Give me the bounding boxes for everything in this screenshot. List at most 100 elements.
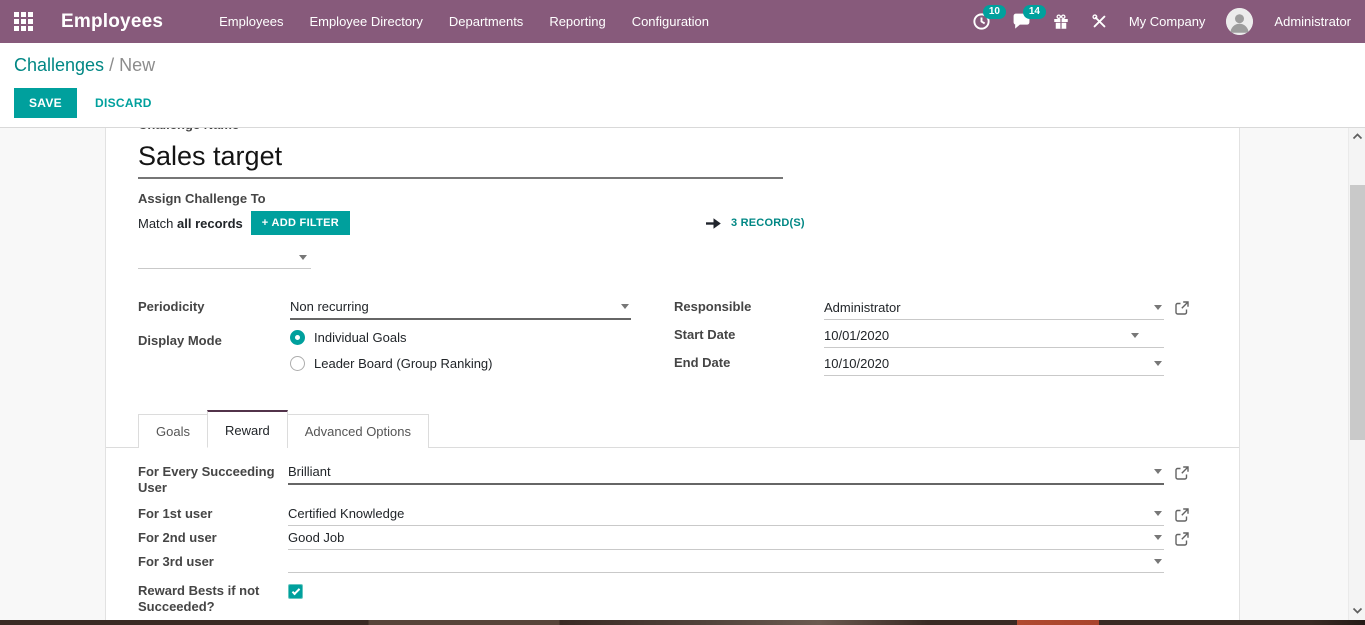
display-mode-label: Display Mode — [138, 330, 290, 349]
tab-goals[interactable]: Goals — [138, 414, 208, 448]
arrow-right-icon — [705, 217, 722, 230]
tab-advanced-options[interactable]: Advanced Options — [287, 414, 429, 448]
messages-button[interactable]: 14 — [1012, 12, 1031, 31]
caret-down-icon — [1154, 305, 1162, 310]
vertical-scrollbar[interactable] — [1348, 128, 1365, 620]
end-date-row: End Date 10/10/2020 — [674, 352, 1189, 380]
notebook-tabs: Goals Reward Advanced Options — [106, 413, 1239, 448]
scroll-up-icon[interactable] — [1352, 133, 1363, 140]
breadcrumb-new: New — [119, 55, 155, 75]
assign-users-select[interactable] — [138, 250, 311, 269]
scroll-down-icon[interactable] — [1352, 607, 1363, 614]
left-column: Periodicity Non recurring Display Mode I… — [138, 296, 631, 382]
responsible-open-record[interactable] — [1164, 296, 1189, 315]
form-field-group: Periodicity Non recurring Display Mode I… — [138, 296, 1189, 382]
external-link-icon — [1175, 466, 1189, 480]
for-every-succeeding-user-select[interactable]: Brilliant — [288, 461, 1164, 485]
assign-challenge-label: Assign Challenge To — [138, 191, 1189, 207]
caret-down-icon — [621, 304, 629, 309]
check-icon — [291, 586, 299, 594]
discard-button[interactable]: DISCARD — [91, 88, 156, 118]
breadcrumb: Challenges / New — [14, 55, 1351, 76]
responsible-select[interactable]: Administrator — [824, 296, 1164, 320]
menu-item-configuration[interactable]: Configuration — [632, 14, 709, 29]
right-column: Responsible Administrator — [674, 296, 1189, 382]
open-badge-record[interactable] — [1164, 461, 1189, 480]
reward-row-succeeding-user: For Every Succeeding User Brilliant — [138, 461, 1189, 496]
tools-icon[interactable] — [1091, 13, 1108, 30]
form-scroll-area[interactable]: Challenge Name Sales target Assign Chall… — [0, 128, 1365, 625]
control-panel: Challenges / New SAVE DISCARD — [0, 43, 1365, 128]
for-3rd-user-label: For 3rd user — [138, 551, 288, 570]
person-icon — [1226, 8, 1253, 35]
open-badge-record[interactable] — [1164, 527, 1189, 546]
reward-bests-label: Reward Bests if not Succeeded? — [138, 580, 288, 615]
scrollbar-thumb[interactable] — [1350, 185, 1365, 440]
open-badge-record[interactable] — [1164, 503, 1189, 522]
match-records-count: all records — [177, 216, 243, 231]
reward-bests-row: Reward Bests if not Succeeded? — [138, 580, 1189, 615]
user-avatar[interactable] — [1226, 8, 1253, 35]
user-menu[interactable]: Administrator — [1274, 14, 1351, 29]
records-count-link[interactable]: 3 RECORD(S) — [731, 217, 805, 229]
caret-down-icon — [1131, 333, 1139, 338]
save-button[interactable]: SAVE — [14, 88, 77, 118]
external-link-icon — [1175, 532, 1189, 546]
activities-badge: 10 — [983, 5, 1006, 19]
radio-leader-board[interactable]: Leader Board (Group Ranking) — [290, 356, 493, 371]
for-2nd-user-select[interactable]: Good Job — [288, 527, 1164, 550]
odoo-employees-window: Employees Employees Employee Directory D… — [0, 0, 1365, 625]
caret-down-icon — [1154, 559, 1162, 564]
for-every-succeeding-user-label: For Every Succeeding User — [138, 461, 288, 496]
form-sheet: Challenge Name Sales target Assign Chall… — [105, 128, 1240, 620]
add-filter-button[interactable]: + ADD FILTER — [251, 211, 350, 235]
radio-selected-icon — [290, 330, 305, 345]
display-mode-row: Display Mode Individual Goals Leader Boa… — [138, 330, 631, 382]
periodicity-row: Periodicity Non recurring — [138, 296, 631, 324]
menu-item-reporting[interactable]: Reporting — [549, 14, 605, 29]
app-title[interactable]: Employees — [61, 11, 163, 33]
navbar-systray: 10 14 My Company — [972, 8, 1351, 35]
messages-badge: 14 — [1023, 5, 1046, 19]
caret-down-icon — [1154, 511, 1162, 516]
challenge-name-label-clipped: Challenge Name — [138, 128, 1189, 133]
reward-bests-checkbox[interactable] — [288, 584, 303, 599]
breadcrumb-separator: / — [109, 55, 114, 75]
radio-individual-goals[interactable]: Individual Goals — [290, 330, 493, 345]
challenge-name-input[interactable]: Sales target — [138, 141, 783, 179]
activities-button[interactable]: 10 — [972, 12, 991, 31]
display-mode-options: Individual Goals Leader Board (Group Ran… — [290, 330, 493, 382]
reward-row-1st-user: For 1st user Certified Knowledge — [138, 503, 1189, 526]
for-2nd-user-label: For 2nd user — [138, 527, 288, 546]
responsible-row: Responsible Administrator — [674, 296, 1189, 324]
tab-reward[interactable]: Reward — [207, 410, 288, 448]
menu-item-employee-directory[interactable]: Employee Directory — [309, 14, 422, 29]
for-1st-user-select[interactable]: Certified Knowledge — [288, 503, 1164, 526]
menu-item-departments[interactable]: Departments — [449, 14, 523, 29]
start-date-input[interactable]: 10/01/2020 — [824, 324, 1164, 348]
responsible-label: Responsible — [674, 296, 824, 315]
reward-row-2nd-user: For 2nd user Good Job — [138, 527, 1189, 550]
for-1st-user-label: For 1st user — [138, 503, 288, 522]
for-3rd-user-select[interactable] — [288, 551, 1164, 573]
caret-down-icon — [1154, 535, 1162, 540]
breadcrumb-challenges[interactable]: Challenges — [14, 55, 104, 75]
end-date-label: End Date — [674, 352, 824, 371]
menu-item-employees[interactable]: Employees — [219, 14, 283, 29]
start-date-row: Start Date 10/01/2020 — [674, 324, 1189, 352]
start-date-label: Start Date — [674, 324, 824, 343]
reward-row-3rd-user: For 3rd user — [138, 551, 1189, 573]
gift-icon[interactable] — [1052, 13, 1070, 31]
top-navbar: Employees Employees Employee Directory D… — [0, 0, 1365, 43]
company-switcher[interactable]: My Company — [1129, 14, 1206, 29]
end-date-input[interactable]: 10/10/2020 — [824, 352, 1164, 376]
caret-down-icon — [299, 255, 307, 260]
caret-down-icon — [1154, 361, 1162, 366]
radio-unselected-icon — [290, 356, 305, 371]
periodicity-select[interactable]: Non recurring — [290, 296, 631, 320]
match-records-text: Match all records — [138, 216, 243, 231]
reward-tab-pane: For Every Succeeding User Brilliant For … — [138, 461, 1189, 615]
taskbar-edge — [0, 620, 1365, 625]
apps-grid-icon[interactable] — [14, 12, 33, 31]
control-panel-buttons: SAVE DISCARD — [14, 88, 1351, 118]
